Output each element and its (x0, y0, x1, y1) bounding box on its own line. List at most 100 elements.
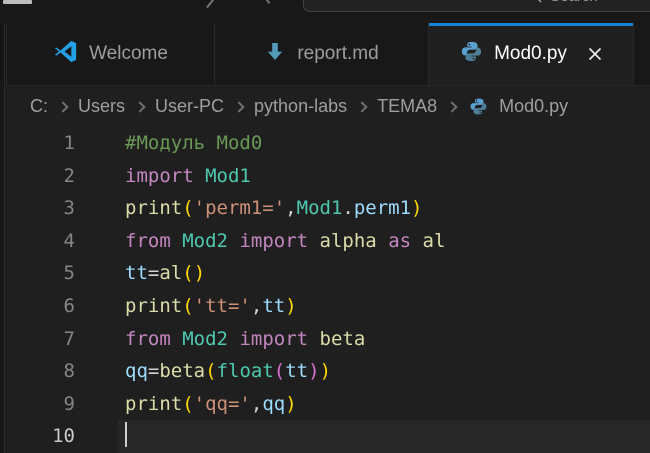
token-function: beta (320, 328, 366, 350)
token-keyword: from (125, 230, 171, 252)
token-bracket1: ( (182, 262, 193, 284)
tab-welcome[interactable]: Welcome (7, 23, 215, 85)
breadcrumb-item-python-labs[interactable]: python-labs (254, 96, 347, 117)
code-line[interactable]: 4 from Mod2 import alpha as al (0, 225, 650, 258)
token-bracket1: ) (320, 360, 331, 382)
code-line[interactable]: 8qq=beta(float(tt)) (0, 355, 650, 388)
token-string: 'tt=' (194, 295, 251, 317)
code-line[interactable]: 1#Модуль Mod0 (0, 127, 650, 160)
token-function: print (125, 393, 182, 415)
navigate-back-icon[interactable] (201, 0, 217, 8)
breadcrumb: C: Users User-PC python-labs TEMA8 Mod0.… (0, 86, 650, 127)
chevron-right-icon (356, 101, 367, 112)
token-plain: = (148, 262, 159, 284)
tab-mod0-py[interactable]: Mod0.py (429, 23, 634, 85)
token-plain (228, 328, 239, 350)
token-function: beta (159, 360, 205, 382)
token-keyword: as (388, 230, 411, 252)
line-number: 3 (0, 192, 75, 225)
code-text: from Mod2 import beta (75, 323, 650, 356)
token-variable: qq (125, 360, 148, 382)
token-plain (411, 230, 422, 252)
tab-label: Mod0.py (494, 43, 567, 65)
token-bracket1: ( (182, 393, 193, 415)
python-icon (460, 40, 483, 69)
code-text: qq=beta(float(tt)) (75, 355, 650, 388)
token-variable: perm1 (354, 197, 411, 219)
code-line[interactable]: 5tt=al() (0, 257, 650, 290)
code-text: import Mod1 (75, 160, 650, 193)
python-icon (469, 97, 488, 116)
search-placeholder: Search (550, 0, 598, 5)
code-editor[interactable]: 1#Модуль Mod02import Mod13print('perm1='… (0, 127, 650, 453)
token-class: Mod2 (182, 230, 228, 252)
token-class: Mod1 (297, 197, 343, 219)
token-function: al (159, 262, 182, 284)
search-icon (528, 0, 543, 4)
token-bracket1: ( (182, 197, 193, 219)
token-bracket2: ( (274, 360, 285, 382)
breadcrumb-item-file[interactable]: Mod0.py (499, 96, 568, 117)
token-variable: tt (262, 295, 285, 317)
line-number: 1 (0, 127, 75, 160)
token-keyword: from (125, 328, 171, 350)
breadcrumb-item-users[interactable]: Users (78, 96, 125, 117)
token-bracket1: ) (194, 262, 205, 284)
code-text (75, 420, 650, 453)
tab-label: Welcome (89, 43, 168, 65)
chevron-right-icon (134, 101, 145, 112)
code-line[interactable]: 3print('perm1=',Mod1.perm1) (0, 192, 650, 225)
token-bracket1: ) (411, 197, 422, 219)
code-line[interactable]: 2import Mod1 (0, 160, 650, 193)
vscode-logo-icon (53, 39, 78, 70)
close-icon[interactable] (588, 47, 602, 61)
code-line[interactable]: 6print('tt=',tt) (0, 290, 650, 323)
text-cursor (125, 422, 127, 447)
token-plain: , (251, 295, 262, 317)
token-plain (171, 230, 182, 252)
token-keyword: import (239, 230, 308, 252)
code-line[interactable]: 9print('qq=',qq) (0, 388, 650, 421)
code-line[interactable]: 10 (0, 420, 650, 453)
token-plain: . (342, 197, 353, 219)
token-function: al (423, 230, 446, 252)
breadcrumb-item-drive[interactable]: C: (30, 96, 48, 117)
line-number: 2 (0, 160, 75, 193)
token-class: float (217, 360, 274, 382)
chevron-right-icon (57, 101, 68, 112)
code-text: tt=al() (75, 257, 650, 290)
line-number: 5 (0, 257, 75, 290)
code-text: print('perm1=',Mod1.perm1) (75, 192, 650, 225)
token-plain (171, 328, 182, 350)
token-plain (308, 230, 319, 252)
line-number: 4 (0, 225, 75, 258)
line-number: 9 (0, 388, 75, 421)
token-plain: = (148, 360, 159, 382)
token-bracket1: ( (205, 360, 216, 382)
token-class: Mod2 (182, 328, 228, 350)
token-function: print (125, 197, 182, 219)
navigate-forward-icon[interactable] (255, 0, 271, 8)
command-center-search[interactable]: Search (303, 0, 650, 12)
breadcrumb-item-user-pc[interactable]: User-PC (155, 96, 224, 117)
tab-report-md[interactable]: report.md (215, 23, 429, 85)
tab-label: report.md (297, 43, 378, 65)
line-number: 7 (0, 323, 75, 356)
token-variable: tt (285, 360, 308, 382)
code-line[interactable]: 7from Mod2 import beta (0, 323, 650, 356)
token-plain: , (285, 197, 296, 219)
breadcrumb-item-tema8[interactable]: TEMA8 (377, 96, 437, 117)
title-bar: Search (0, 0, 650, 23)
token-function: print (125, 295, 182, 317)
code-text: print('qq=',qq) (75, 388, 650, 421)
token-bracket1: ) (285, 295, 296, 317)
line-number: 6 (0, 290, 75, 323)
token-function: alpha (320, 230, 377, 252)
tabbar-empty-space (634, 23, 650, 85)
token-bracket1: ) (285, 393, 296, 415)
token-string: 'qq=' (194, 393, 251, 415)
code-text: #Модуль Mod0 (75, 127, 650, 160)
menu-hamburger-icon[interactable] (3, 0, 32, 4)
editor-left-edge (0, 23, 5, 453)
line-number: 8 (0, 355, 75, 388)
